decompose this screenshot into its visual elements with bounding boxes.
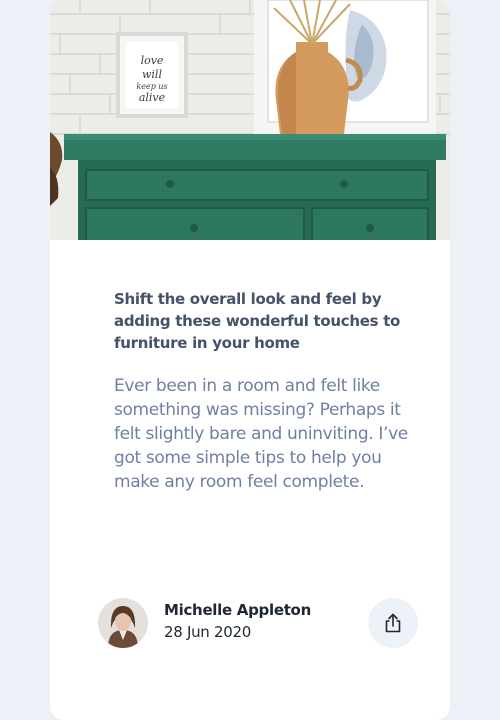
article-headline: Shift the overall look and feel by addin…: [114, 290, 401, 352]
avatar: [98, 598, 148, 648]
post-date: 28 Jun 2020: [164, 623, 251, 641]
svg-text:love: love: [141, 54, 164, 67]
hero-image: love will keep us alive: [50, 0, 450, 240]
share-button[interactable]: [368, 598, 418, 648]
svg-text:alive: alive: [139, 91, 166, 104]
svg-text:will: will: [142, 68, 162, 81]
article-card: love will keep us alive Shift the overal…: [50, 0, 450, 720]
svg-text:keep us: keep us: [136, 82, 167, 91]
author-name: Michelle Appleton: [164, 601, 311, 619]
share-icon: [385, 613, 401, 633]
article-excerpt: Ever been in a room and felt like someth…: [114, 376, 408, 492]
